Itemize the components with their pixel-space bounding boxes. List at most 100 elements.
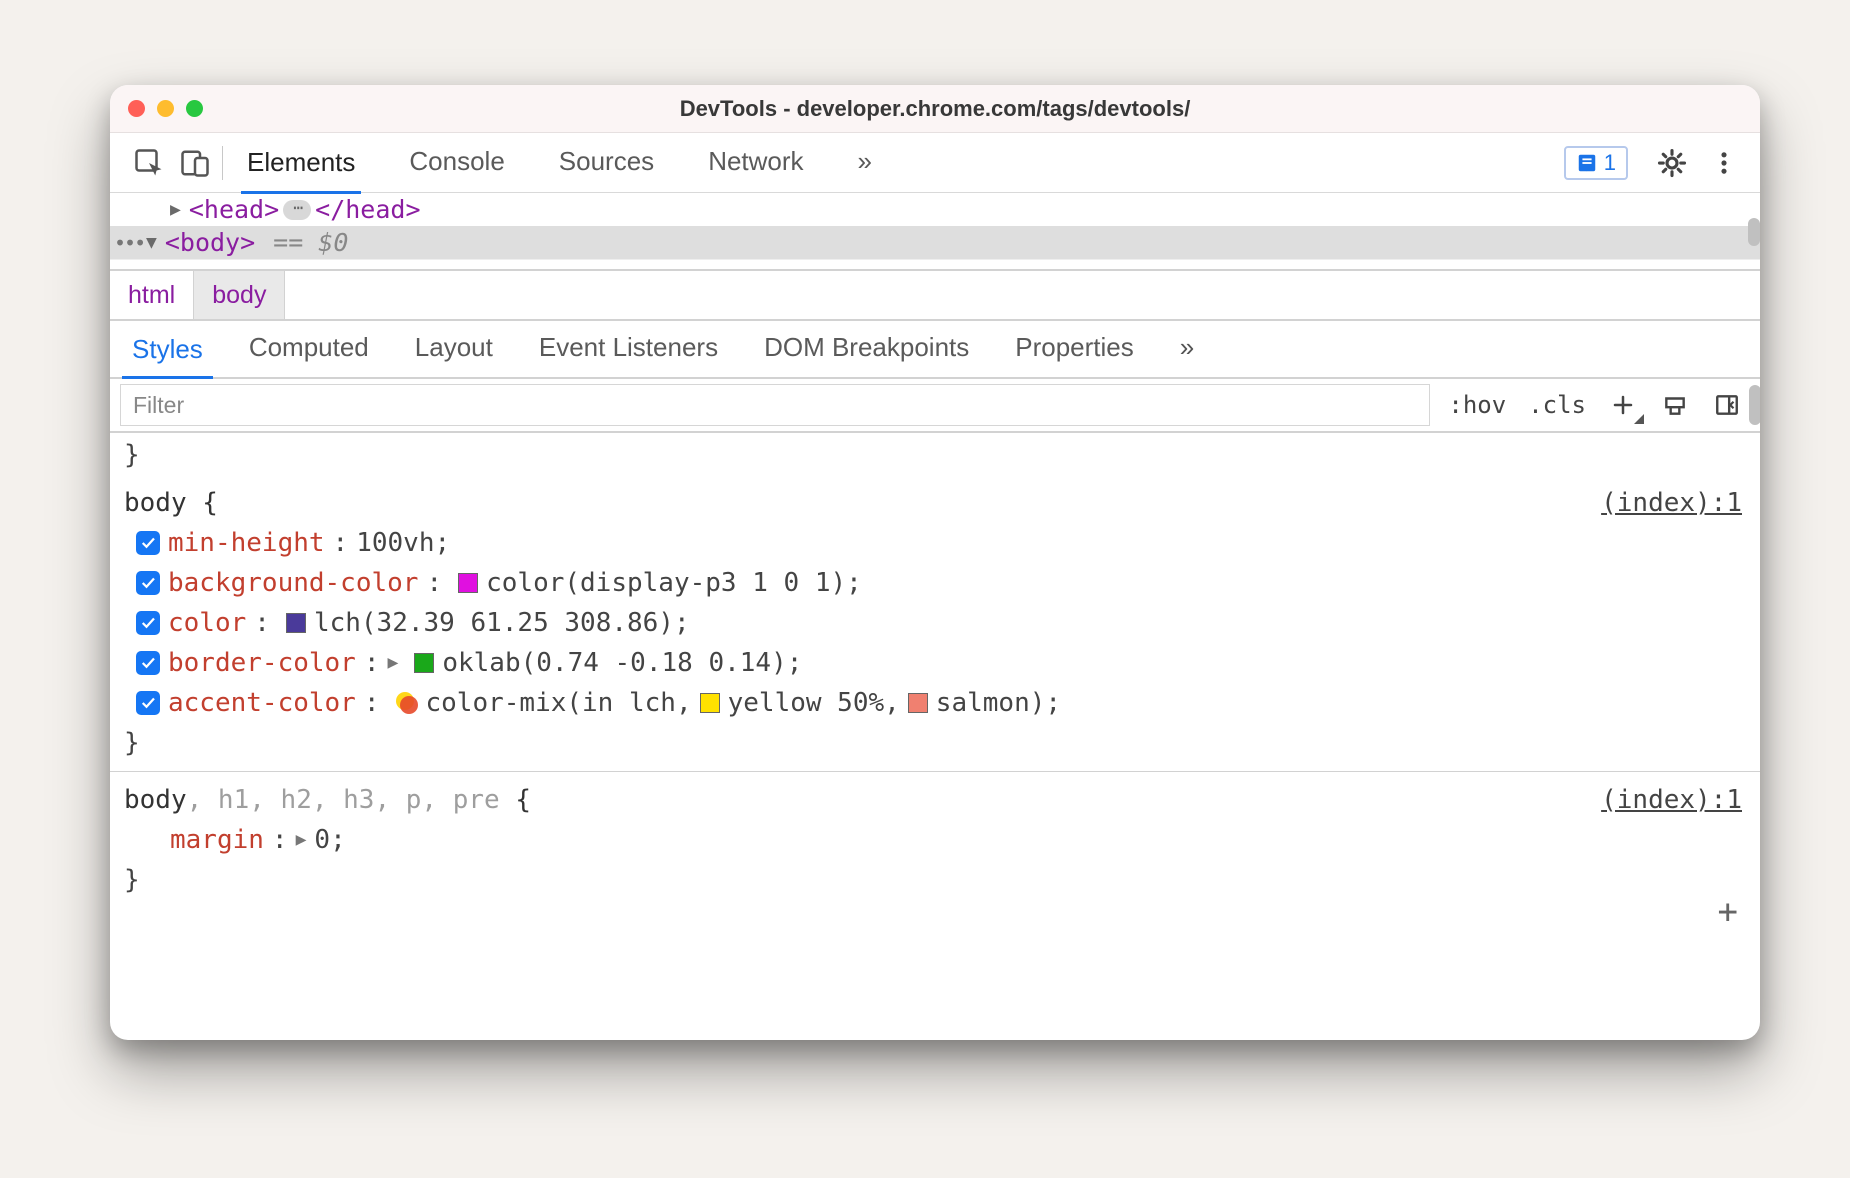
color-swatch[interactable] [414, 653, 434, 673]
more-vertical-icon [1710, 149, 1738, 177]
subtab-styles[interactable]: Styles [122, 323, 213, 379]
css-declaration[interactable]: background-color: color(display-p3 1 0 1… [124, 563, 1746, 603]
color-mix-swatch[interactable] [396, 692, 418, 714]
rule-source-link[interactable]: (index):1 [1601, 780, 1742, 820]
css-property-name[interactable]: background-color [168, 563, 418, 603]
plus-icon [1611, 393, 1635, 417]
property-enabled-checkbox[interactable] [136, 611, 160, 635]
styles-scrollbar[interactable] [1749, 385, 1760, 425]
tabs-overflow-button[interactable]: » [852, 133, 878, 192]
collapse-triangle-icon[interactable]: ▼ [146, 232, 157, 253]
main-tab-bar: Elements Console Sources Network » 1 [110, 133, 1760, 193]
css-property-name[interactable]: accent-color [168, 683, 356, 723]
subtab-event-listeners[interactable]: Event Listeners [529, 321, 728, 377]
styles-toolbar: :hov .cls [1430, 390, 1750, 420]
dom-node-head[interactable]: ▶ <head> ⋯ </head> [110, 193, 1760, 226]
rule-source-link[interactable]: (index):1 [1601, 483, 1742, 523]
rule-close-brace: } [124, 860, 1746, 900]
css-property-value[interactable]: yellow 50%, [728, 683, 900, 723]
property-enabled-checkbox[interactable] [136, 691, 160, 715]
subtab-properties[interactable]: Properties [1005, 321, 1144, 377]
ellipsis-icon[interactable]: ⋯ [283, 200, 311, 220]
panel-toggle-icon [1714, 392, 1740, 418]
subtab-computed[interactable]: Computed [239, 321, 379, 377]
property-enabled-checkbox[interactable] [136, 651, 160, 675]
expand-shorthand-icon[interactable]: ▶ [388, 643, 399, 683]
css-property-value[interactable]: 100vh; [356, 523, 450, 563]
tab-network[interactable]: Network [702, 133, 809, 192]
property-enabled-checkbox[interactable] [136, 571, 160, 595]
dom-scrollbar[interactable] [1748, 218, 1760, 246]
expand-shorthand-icon[interactable]: ▶ [296, 820, 307, 860]
subtabs-overflow-button[interactable]: » [1170, 321, 1204, 377]
rule-selector[interactable]: body, h1, h2, h3, p, pre { [124, 780, 1746, 820]
css-declaration[interactable]: min-height: 100vh; [124, 523, 1746, 563]
breadcrumb-body[interactable]: body [194, 271, 285, 319]
window-minimize-button[interactable] [157, 100, 174, 117]
style-rule-body-group: (index):1 body, h1, h2, h3, p, pre { mar… [124, 780, 1746, 900]
styles-filter-bar: :hov .cls [110, 379, 1760, 433]
dom-tag-head-close: </head> [315, 195, 420, 224]
expand-triangle-icon[interactable]: ▶ [170, 199, 181, 220]
styles-tab-bar: Styles Computed Layout Event Listeners D… [110, 321, 1760, 379]
computed-toggle-button[interactable] [1712, 390, 1742, 420]
issues-icon [1576, 152, 1598, 174]
issues-button[interactable]: 1 [1564, 146, 1628, 180]
dom-tag-body-open: <body> [165, 228, 255, 257]
css-property-name[interactable]: border-color [168, 643, 356, 683]
issues-count: 1 [1604, 150, 1616, 176]
css-property-value[interactable]: color-mix(in lch, [426, 683, 692, 723]
color-swatch[interactable] [286, 613, 306, 633]
css-declaration[interactable]: border-color:▶ oklab(0.74 -0.18 0.14); [124, 643, 1746, 683]
css-declaration[interactable]: accent-color: color-mix(in lch, yellow 5… [124, 683, 1746, 723]
subtab-layout[interactable]: Layout [405, 321, 503, 377]
dom-breadcrumbs: html body [110, 269, 1760, 321]
styles-pane[interactable]: } (index):1 body { min-height: 100vh;bac… [110, 433, 1760, 1040]
dom-tree[interactable]: ▶ <head> ⋯ </head> ▼ <body> == $0 [110, 193, 1760, 269]
css-declaration[interactable]: margin:▶ 0; [124, 820, 1746, 860]
styles-divider [110, 771, 1760, 772]
tab-separator [222, 146, 223, 180]
css-property-value[interactable]: color(display-p3 1 0 1); [486, 563, 862, 603]
styles-filter-input[interactable] [120, 384, 1430, 426]
style-rule-body: (index):1 body { min-height: 100vh;backg… [124, 483, 1746, 763]
devtools-window: DevTools - developer.chrome.com/tags/dev… [110, 85, 1760, 1040]
css-property-value[interactable]: 0; [314, 820, 345, 860]
css-property-name[interactable]: margin [170, 820, 264, 860]
subtab-dom-breakpoints[interactable]: DOM Breakpoints [754, 321, 979, 377]
tab-elements[interactable]: Elements [241, 135, 361, 194]
rule-selector[interactable]: body { [124, 483, 1746, 523]
tab-console[interactable]: Console [403, 133, 510, 192]
dom-selected-marker: == $0 [273, 228, 348, 257]
color-swatch[interactable] [700, 693, 720, 713]
toggle-hov-button[interactable]: :hov [1448, 391, 1506, 419]
settings-button[interactable] [1654, 145, 1690, 181]
css-property-value[interactable]: lch(32.39 61.25 308.86); [314, 603, 690, 643]
css-declaration[interactable]: color: lch(32.39 61.25 308.86); [124, 603, 1746, 643]
dom-tag-head-open: <head> [189, 195, 279, 224]
tab-sources[interactable]: Sources [553, 133, 660, 192]
color-swatch[interactable] [458, 573, 478, 593]
breadcrumb-html[interactable]: html [110, 271, 194, 319]
css-property-value[interactable]: salmon); [936, 683, 1061, 723]
dom-cut-off [110, 259, 1760, 269]
window-close-button[interactable] [128, 100, 145, 117]
rule-close-brace: } [124, 723, 1746, 763]
inspect-element-icon[interactable] [132, 146, 166, 180]
device-toggle-icon[interactable] [178, 146, 212, 180]
css-property-name[interactable]: color [168, 603, 246, 643]
window-zoom-button[interactable] [186, 100, 203, 117]
toggle-cls-button[interactable]: .cls [1528, 391, 1586, 419]
dom-node-body-selected[interactable]: ▼ <body> == $0 [110, 226, 1760, 259]
new-style-rule-button[interactable] [1608, 390, 1638, 420]
stray-close-brace: } [124, 435, 1746, 475]
kebab-menu-button[interactable] [1706, 145, 1742, 181]
gear-icon [1657, 148, 1687, 178]
color-swatch[interactable] [908, 693, 928, 713]
css-property-name[interactable]: min-height [168, 523, 325, 563]
paintbrush-button[interactable] [1660, 390, 1690, 420]
property-enabled-checkbox[interactable] [136, 531, 160, 555]
window-titlebar: DevTools - developer.chrome.com/tags/dev… [110, 85, 1760, 133]
css-property-value[interactable]: oklab(0.74 -0.18 0.14); [442, 643, 802, 683]
paintbrush-icon [1662, 392, 1688, 418]
